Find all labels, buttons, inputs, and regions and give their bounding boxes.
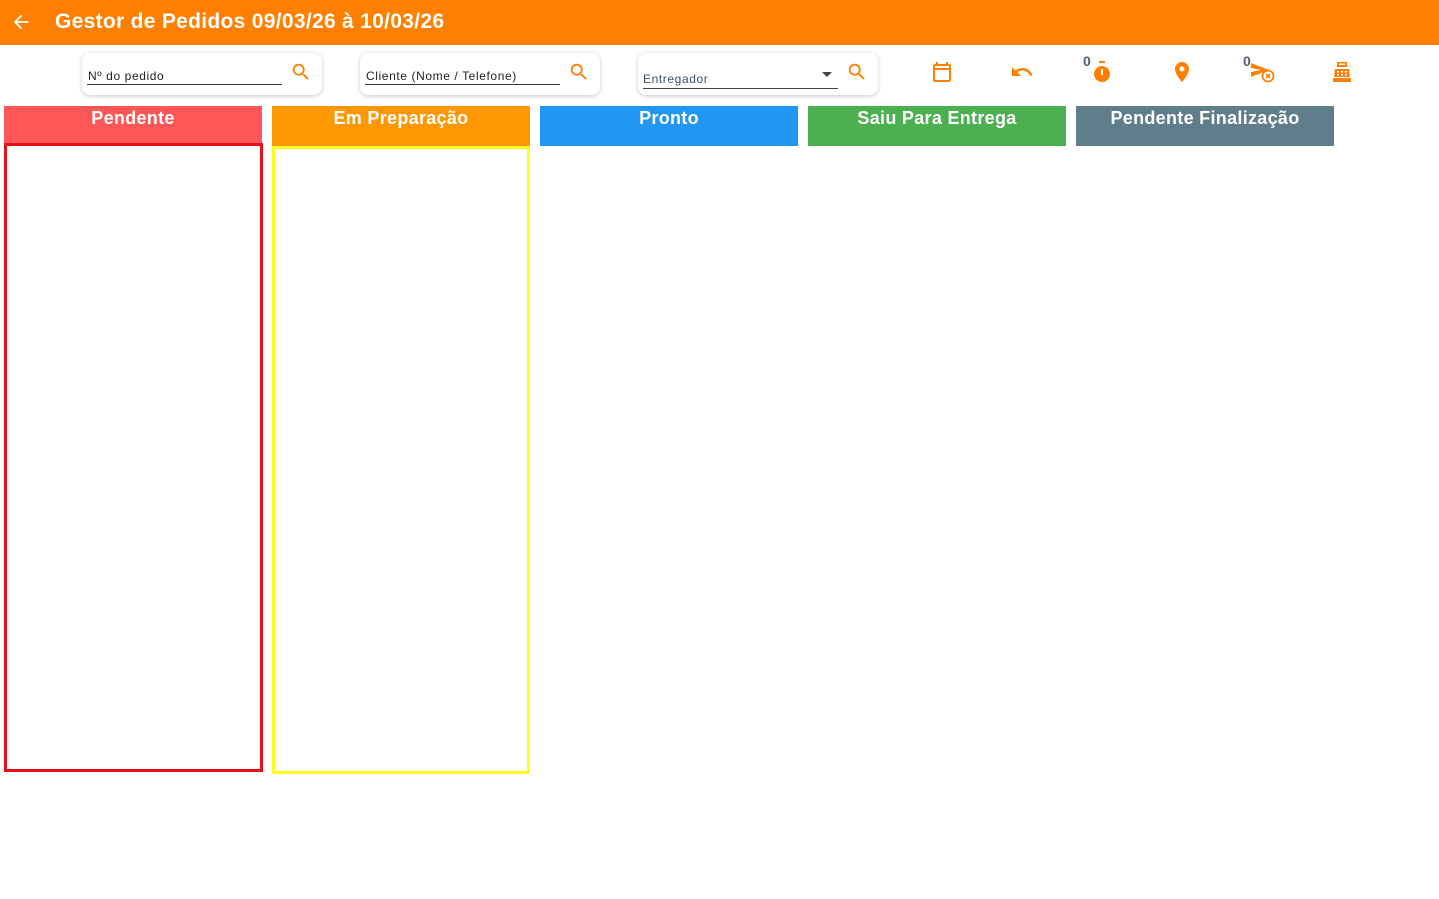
column-header-pendente: Pendente [4, 106, 262, 146]
map-button[interactable] [1169, 59, 1195, 85]
arrow-back-icon [13, 14, 29, 30]
column-header-pendente-finalizacao: Pendente Finalização [1076, 106, 1334, 146]
cash-register-icon [1333, 62, 1351, 82]
column-pendente-drop-zone[interactable] [4, 143, 263, 772]
order-number-search-button[interactable] [289, 60, 313, 84]
undo-icon [1012, 67, 1033, 76]
calendar-button[interactable] [929, 59, 955, 85]
client-search-button[interactable] [567, 60, 591, 84]
cash-register-button[interactable] [1329, 59, 1355, 85]
search-icon [570, 63, 587, 80]
client-search-input[interactable] [365, 67, 560, 85]
page-title: Gestor de Pedidos 09/03/26 à 10/03/26 [55, 10, 445, 33]
late-orders-button[interactable] [1089, 59, 1115, 85]
column-header-pronto: Pronto [540, 106, 798, 146]
courier-select-label: Entregador [643, 72, 709, 86]
column-header-saiu-para-entrega: Saiu Para Entrega [808, 106, 1066, 146]
timer-icon [1094, 61, 1110, 82]
undo-button[interactable] [1009, 59, 1035, 85]
courier-search-button[interactable] [845, 60, 869, 84]
courier-filter-card: Entregador [638, 53, 878, 95]
courier-select[interactable]: Entregador [643, 67, 838, 89]
chevron-down-icon [822, 72, 832, 77]
send-cancel-icon [1251, 63, 1275, 83]
order-number-input[interactable] [87, 67, 282, 85]
calendar-icon [933, 62, 951, 82]
search-icon [848, 63, 865, 80]
order-number-search-card [82, 53, 322, 95]
back-button[interactable] [8, 9, 34, 35]
location-pin-icon [1175, 62, 1189, 82]
cancelled-deliveries-button[interactable] [1249, 59, 1275, 85]
app-bar: Gestor de Pedidos 09/03/26 à 10/03/26 [0, 0, 1439, 45]
column-em-preparacao-drop-zone[interactable] [272, 146, 530, 774]
column-header-em-preparacao: Em Preparação [272, 106, 530, 146]
search-icon [292, 63, 309, 80]
client-search-card [360, 53, 600, 95]
